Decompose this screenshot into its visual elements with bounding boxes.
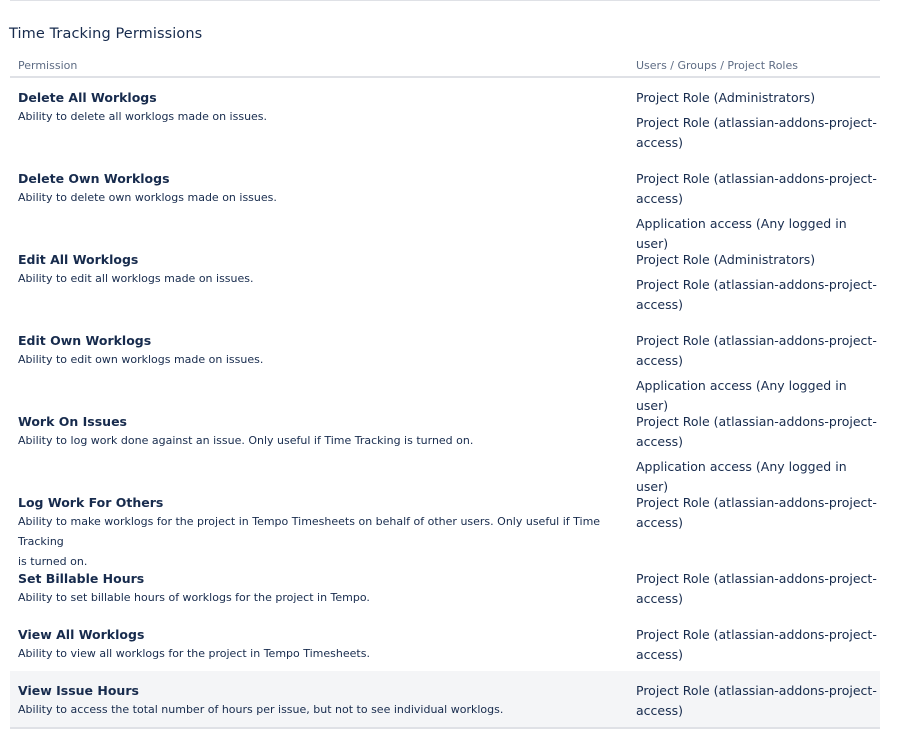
table-row: Delete Own Worklogs Ability to delete ow… [10, 159, 880, 251]
permission-description: Ability to delete own worklogs made on i… [18, 191, 277, 204]
permission-cell: View All Worklogs Ability to view all wo… [18, 627, 626, 664]
permission-name: Log Work For Others [18, 495, 164, 510]
permission-cell: Set Billable Hours Ability to set billab… [18, 571, 626, 608]
grant-item: Project Role (atlassian-addons-project-a… [636, 333, 877, 368]
grantees-cell: Project Role (atlassian-addons-project-a… [636, 569, 880, 614]
table-row: View All Worklogs Ability to view all wo… [10, 615, 880, 671]
permissions-table: Permission Users / Groups / Project Role… [10, 52, 880, 729]
grant-item: Project Role (atlassian-addons-project-a… [636, 683, 877, 718]
permission-name: Edit Own Worklogs [18, 333, 152, 348]
permission-cell: Delete Own Worklogs Ability to delete ow… [18, 171, 626, 208]
table-row: Set Billable Hours Ability to set billab… [10, 559, 880, 615]
grant-item: Project Role (atlassian-addons-project-a… [636, 171, 877, 206]
permission-cell: Delete All Worklogs Ability to delete al… [18, 90, 626, 127]
grantees-cell: Project Role (atlassian-addons-project-a… [636, 625, 880, 670]
grant-item: Project Role (atlassian-addons-project-a… [636, 115, 877, 150]
grantees-cell: Project Role (Administrators) Project Ro… [636, 250, 880, 320]
table-row: Work On Issues Ability to log work done … [10, 402, 880, 494]
grantees-column-header: Users / Groups / Project Roles [636, 59, 798, 72]
permission-name: Work On Issues [18, 414, 127, 429]
permission-description: Ability to view all worklogs for the pro… [18, 647, 370, 660]
permission-name: View Issue Hours [18, 683, 139, 698]
permission-description: Ability to delete all worklogs made on i… [18, 110, 268, 123]
table-row: Log Work For Others Ability to make work… [10, 483, 880, 568]
grant-item: Project Role (atlassian-addons-project-a… [636, 627, 877, 662]
grant-item: Project Role (atlassian-addons-project-a… [636, 277, 877, 312]
table-header: Permission Users / Groups / Project Role… [10, 52, 880, 78]
top-divider [10, 0, 880, 1]
grant-item: Project Role (Administrators) [636, 252, 816, 267]
permission-description: Ability to access the total number of ho… [18, 703, 504, 716]
grantees-cell: Project Role (Administrators) Project Ro… [636, 88, 880, 158]
table-row-hovered: View Issue Hours Ability to access the t… [10, 671, 880, 729]
permission-description: Ability to edit all worklogs made on iss… [18, 272, 254, 285]
permission-name: View All Worklogs [18, 627, 145, 642]
grantees-cell: Project Role (atlassian-addons-project-a… [636, 493, 880, 538]
grant-item: Project Role (atlassian-addons-project-a… [636, 571, 877, 606]
table-row: Edit Own Worklogs Ability to edit own wo… [10, 321, 880, 413]
permission-name: Edit All Worklogs [18, 252, 139, 267]
table-row: Delete All Worklogs Ability to delete al… [10, 78, 880, 159]
permission-description: Ability to edit own worklogs made on iss… [18, 353, 264, 366]
permission-name: Set Billable Hours [18, 571, 145, 586]
permission-description: Ability to log work done against an issu… [18, 434, 474, 447]
permission-cell: Edit Own Worklogs Ability to edit own wo… [18, 333, 626, 370]
permission-name: Delete Own Worklogs [18, 171, 170, 186]
table-row: Edit All Worklogs Ability to edit all wo… [10, 240, 880, 321]
grant-item: Project Role (atlassian-addons-project-a… [636, 495, 877, 530]
grant-item: Project Role (atlassian-addons-project-a… [636, 414, 877, 449]
section-title: Time Tracking Permissions [9, 26, 203, 42]
grantees-cell: Project Role (atlassian-addons-project-a… [636, 681, 880, 726]
permission-description: Ability to set billable hours of worklog… [18, 591, 370, 604]
permission-cell: View Issue Hours Ability to access the t… [18, 683, 626, 720]
permission-cell: Work On Issues Ability to log work done … [18, 414, 626, 451]
permission-column-header: Permission [18, 59, 78, 72]
permission-cell: Edit All Worklogs Ability to edit all wo… [18, 252, 626, 289]
permission-name: Delete All Worklogs [18, 90, 157, 105]
grant-item: Project Role (Administrators) [636, 90, 816, 105]
